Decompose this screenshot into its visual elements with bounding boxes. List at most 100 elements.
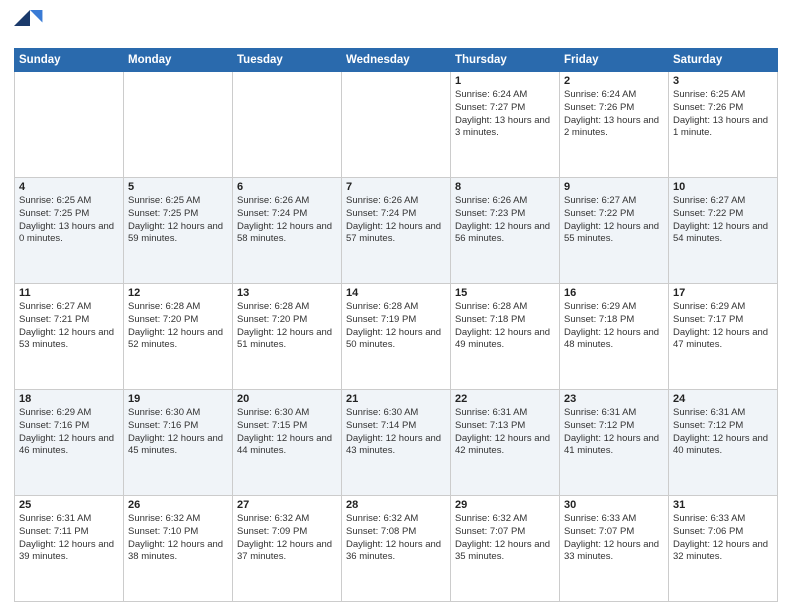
calendar-cell: 15 Sunrise: 6:28 AM Sunset: 7:18 PM Dayli… [451, 284, 560, 390]
day-number: 21 [346, 393, 446, 405]
calendar-cell: 3 Sunrise: 6:25 AM Sunset: 7:26 PM Daylig… [669, 72, 778, 178]
day-number: 24 [673, 393, 773, 405]
day-info: Sunrise: 6:31 AM Sunset: 7:12 PM Dayligh… [673, 407, 773, 458]
day-info: Sunrise: 6:25 AM Sunset: 7:26 PM Dayligh… [673, 89, 773, 140]
calendar-header-thursday: Thursday [451, 49, 560, 72]
calendar-cell: 2 Sunrise: 6:24 AM Sunset: 7:26 PM Daylig… [560, 72, 669, 178]
calendar-cell: 27Sunrise: 6:32 AM Sunset: 7:09 PM Dayli… [233, 496, 342, 602]
day-number: 22 [455, 393, 555, 405]
day-info: Sunrise: 6:33 AM Sunset: 7:06 PM Dayligh… [673, 513, 773, 564]
day-number: 3 [673, 75, 773, 87]
day-info: Sunrise: 6:27 AM Sunset: 7:22 PM Dayligh… [673, 195, 773, 246]
day-number: 2 [564, 75, 664, 87]
day-info: Sunrise: 6:30 AM Sunset: 7:15 PM Dayligh… [237, 407, 337, 458]
calendar-header-sunday: Sunday [15, 49, 124, 72]
day-number: 17 [673, 287, 773, 299]
logo-icon [14, 10, 46, 42]
calendar-cell: 9 Sunrise: 6:27 AM Sunset: 7:22 PM Daylig… [560, 178, 669, 284]
day-number: 18 [19, 393, 119, 405]
calendar-cell [15, 72, 124, 178]
day-info: Sunrise: 6:31 AM Sunset: 7:13 PM Dayligh… [455, 407, 555, 458]
calendar-header-saturday: Saturday [669, 49, 778, 72]
calendar-cell: 25 Sunrise: 6:31 AM Sunset: 7:11 PM Dayli… [15, 496, 124, 602]
calendar-cell: 16 Sunrise: 6:29 AM Sunset: 7:18 PM Dayli… [560, 284, 669, 390]
day-number: 10 [673, 181, 773, 193]
day-number: 19 [128, 393, 228, 405]
page-header [14, 10, 778, 42]
calendar-header-wednesday: Wednesday [342, 49, 451, 72]
day-number: 26 [128, 499, 228, 511]
calendar-cell: 20Sunrise: 6:30 AM Sunset: 7:15 PM Dayli… [233, 390, 342, 496]
day-number: 14 [346, 287, 446, 299]
calendar-cell: 7Sunrise: 6:26 AM Sunset: 7:24 PM Daylig… [342, 178, 451, 284]
calendar-cell: 13 Sunrise: 6:28 AM Sunset: 7:20 PM Dayli… [233, 284, 342, 390]
day-info: Sunrise: 6:27 AM Sunset: 7:22 PM Dayligh… [564, 195, 664, 246]
day-info: Sunrise: 6:26 AM Sunset: 7:24 PM Dayligh… [346, 195, 446, 246]
day-info: Sunrise: 6:25 AM Sunset: 7:25 PM Dayligh… [19, 195, 119, 246]
day-info: Sunrise: 6:32 AM Sunset: 7:10 PM Dayligh… [128, 513, 228, 564]
calendar-cell: 29 Sunrise: 6:32 AM Sunset: 7:07 PM Dayli… [451, 496, 560, 602]
calendar-cell: 4 Sunrise: 6:25 AM Sunset: 7:25 PM Daylig… [15, 178, 124, 284]
calendar-cell: 31 Sunrise: 6:33 AM Sunset: 7:06 PM Dayli… [669, 496, 778, 602]
day-number: 30 [564, 499, 664, 511]
day-number: 31 [673, 499, 773, 511]
calendar-cell: 12Sunrise: 6:28 AM Sunset: 7:20 PM Dayli… [124, 284, 233, 390]
calendar-week-2: 4 Sunrise: 6:25 AM Sunset: 7:25 PM Daylig… [15, 178, 778, 284]
day-number: 25 [19, 499, 119, 511]
day-number: 29 [455, 499, 555, 511]
logo [14, 10, 50, 42]
day-number: 4 [19, 181, 119, 193]
calendar-cell: 17 Sunrise: 6:29 AM Sunset: 7:17 PM Dayli… [669, 284, 778, 390]
day-info: Sunrise: 6:32 AM Sunset: 7:07 PM Dayligh… [455, 513, 555, 564]
calendar-cell: 11Sunrise: 6:27 AM Sunset: 7:21 PM Dayli… [15, 284, 124, 390]
calendar-cell [233, 72, 342, 178]
calendar-header-friday: Friday [560, 49, 669, 72]
day-number: 23 [564, 393, 664, 405]
calendar-cell: 1 Sunrise: 6:24 AM Sunset: 7:27 PM Daylig… [451, 72, 560, 178]
calendar-cell: 18 Sunrise: 6:29 AM Sunset: 7:16 PM Dayli… [15, 390, 124, 496]
day-info: Sunrise: 6:25 AM Sunset: 7:25 PM Dayligh… [128, 195, 228, 246]
day-number: 15 [455, 287, 555, 299]
day-info: Sunrise: 6:33 AM Sunset: 7:07 PM Dayligh… [564, 513, 664, 564]
day-info: Sunrise: 6:31 AM Sunset: 7:11 PM Dayligh… [19, 513, 119, 564]
calendar-week-5: 25 Sunrise: 6:31 AM Sunset: 7:11 PM Dayli… [15, 496, 778, 602]
day-info: Sunrise: 6:28 AM Sunset: 7:19 PM Dayligh… [346, 301, 446, 352]
calendar-week-4: 18 Sunrise: 6:29 AM Sunset: 7:16 PM Dayli… [15, 390, 778, 496]
calendar-header-monday: Monday [124, 49, 233, 72]
calendar-cell: 10 Sunrise: 6:27 AM Sunset: 7:22 PM Dayli… [669, 178, 778, 284]
day-info: Sunrise: 6:24 AM Sunset: 7:26 PM Dayligh… [564, 89, 664, 140]
day-number: 5 [128, 181, 228, 193]
calendar-cell: 6Sunrise: 6:26 AM Sunset: 7:24 PM Daylig… [233, 178, 342, 284]
calendar-cell: 22 Sunrise: 6:31 AM Sunset: 7:13 PM Dayli… [451, 390, 560, 496]
calendar-cell: 28Sunrise: 6:32 AM Sunset: 7:08 PM Dayli… [342, 496, 451, 602]
calendar-cell [124, 72, 233, 178]
day-number: 13 [237, 287, 337, 299]
day-info: Sunrise: 6:30 AM Sunset: 7:16 PM Dayligh… [128, 407, 228, 458]
day-info: Sunrise: 6:26 AM Sunset: 7:23 PM Dayligh… [455, 195, 555, 246]
day-number: 9 [564, 181, 664, 193]
calendar-week-1: 1 Sunrise: 6:24 AM Sunset: 7:27 PM Daylig… [15, 72, 778, 178]
day-number: 16 [564, 287, 664, 299]
calendar-cell: 30 Sunrise: 6:33 AM Sunset: 7:07 PM Dayli… [560, 496, 669, 602]
day-info: Sunrise: 6:29 AM Sunset: 7:16 PM Dayligh… [19, 407, 119, 458]
calendar-cell [342, 72, 451, 178]
day-number: 1 [455, 75, 555, 87]
calendar-header-row: SundayMondayTuesdayWednesdayThursdayFrid… [15, 49, 778, 72]
day-number: 6 [237, 181, 337, 193]
calendar-cell: 21 Sunrise: 6:30 AM Sunset: 7:14 PM Dayli… [342, 390, 451, 496]
day-info: Sunrise: 6:32 AM Sunset: 7:08 PM Dayligh… [346, 513, 446, 564]
day-info: Sunrise: 6:30 AM Sunset: 7:14 PM Dayligh… [346, 407, 446, 458]
day-info: Sunrise: 6:28 AM Sunset: 7:20 PM Dayligh… [237, 301, 337, 352]
calendar-cell: 14 Sunrise: 6:28 AM Sunset: 7:19 PM Dayli… [342, 284, 451, 390]
calendar-header-tuesday: Tuesday [233, 49, 342, 72]
calendar-cell: 5 Sunrise: 6:25 AM Sunset: 7:25 PM Daylig… [124, 178, 233, 284]
calendar-table: SundayMondayTuesdayWednesdayThursdayFrid… [14, 48, 778, 602]
day-info: Sunrise: 6:28 AM Sunset: 7:18 PM Dayligh… [455, 301, 555, 352]
calendar-cell: 8 Sunrise: 6:26 AM Sunset: 7:23 PM Daylig… [451, 178, 560, 284]
day-number: 8 [455, 181, 555, 193]
day-info: Sunrise: 6:28 AM Sunset: 7:20 PM Dayligh… [128, 301, 228, 352]
day-info: Sunrise: 6:24 AM Sunset: 7:27 PM Dayligh… [455, 89, 555, 140]
day-info: Sunrise: 6:29 AM Sunset: 7:18 PM Dayligh… [564, 301, 664, 352]
day-info: Sunrise: 6:29 AM Sunset: 7:17 PM Dayligh… [673, 301, 773, 352]
day-number: 11 [19, 287, 119, 299]
